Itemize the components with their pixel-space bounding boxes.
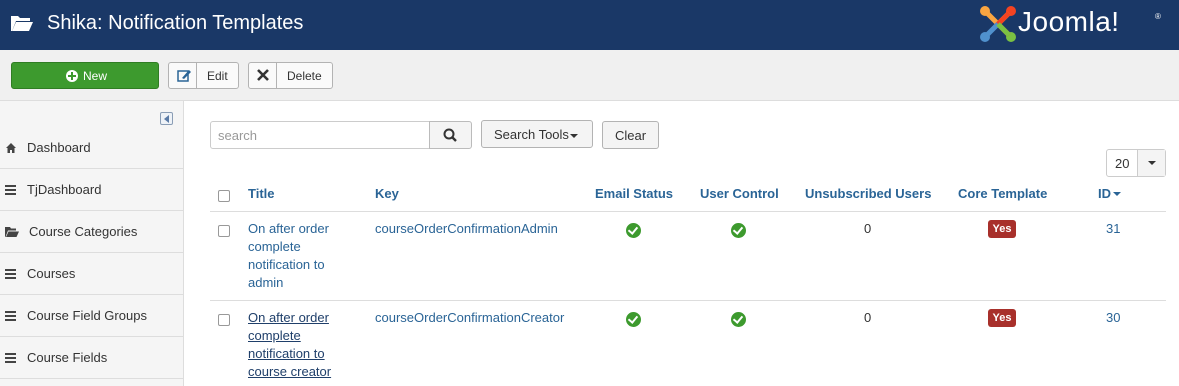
delete-button-label: Delete [287, 69, 322, 83]
email-status-check-icon[interactable] [626, 312, 641, 327]
select-all-checkbox[interactable] [218, 190, 230, 202]
sort-desc-icon [1113, 192, 1121, 196]
folder-open-icon [11, 16, 33, 31]
email-status-check-icon[interactable] [626, 223, 641, 238]
core-template-badge: Yes [988, 220, 1016, 238]
sidebar-item-label: Course Categories [29, 224, 138, 239]
edit-icon [169, 63, 197, 88]
user-control-check-icon[interactable] [731, 312, 746, 327]
close-icon [249, 63, 277, 88]
row-id-link[interactable]: 30 [1106, 310, 1120, 325]
row-key-link[interactable]: courseOrderConfirmationAdmin [375, 221, 558, 236]
search-icon [443, 128, 457, 142]
sidebar-item-course-categories[interactable]: Course Categories [0, 211, 184, 253]
plus-circle-icon [66, 70, 78, 82]
joomla-brand-text: Joomla! [1018, 6, 1120, 37]
row-checkbox[interactable] [218, 225, 230, 237]
search-input[interactable] [210, 121, 430, 149]
column-header-key[interactable]: Key [375, 186, 399, 201]
row-title-link[interactable]: On after order complete notification to … [248, 220, 358, 292]
list-icon [5, 311, 16, 321]
user-control-check-icon[interactable] [731, 223, 746, 238]
sidebar-item-label: Course Field Groups [27, 308, 147, 323]
column-header-id-label: ID [1098, 186, 1111, 201]
sidebar-item-course-fields[interactable]: Course Fields [0, 337, 184, 379]
unsubscribed-count: 0 [864, 221, 872, 236]
registered-mark: ® [1155, 12, 1161, 21]
caret-down-icon [570, 134, 578, 138]
column-header-user-control[interactable]: User Control [700, 186, 779, 201]
row-id-link[interactable]: 31 [1106, 221, 1120, 236]
sidebar-item-tjdashboard[interactable]: TjDashboard [0, 169, 184, 211]
list-icon [5, 269, 16, 279]
list-icon [5, 185, 16, 195]
row-title-link[interactable]: On after order complete notification to … [248, 309, 358, 381]
list-limit-value: 20 [1115, 156, 1130, 171]
search-button[interactable] [429, 121, 472, 149]
list-icon [5, 353, 16, 363]
sidebar-collapse-icon[interactable] [160, 112, 173, 125]
column-header-email-status[interactable]: Email Status [595, 186, 673, 201]
clear-button[interactable]: Clear [602, 121, 659, 149]
toolbar: New Edit Delete [0, 50, 1179, 101]
sidebar-item-dashboard[interactable]: Dashboard [0, 127, 184, 169]
sidebar-item-courses[interactable]: Courses [0, 253, 184, 295]
clear-button-label: Clear [615, 128, 647, 143]
search-tools-label: Search Tools [494, 127, 569, 142]
column-header-core-template[interactable]: Core Template [958, 186, 1047, 201]
sidebar-item-label: Course Fields [27, 350, 108, 365]
sidebar-item-label: Courses [27, 266, 76, 281]
list-limit-select[interactable]: 20 [1106, 149, 1166, 177]
core-template-badge: Yes [988, 309, 1016, 327]
search-tools-button[interactable]: Search Tools [481, 120, 593, 148]
table-header-divider [210, 211, 1166, 212]
home-icon [6, 143, 16, 153]
row-divider [210, 300, 1166, 301]
page-title: Shika: Notification Templates [47, 12, 304, 34]
sidebar: Dashboard TjDashboard Course Categories … [0, 101, 184, 386]
list-limit-dropdown[interactable] [1137, 150, 1165, 176]
sidebar-item-label: Dashboard [27, 140, 91, 155]
joomla-logo-icon [980, 6, 1016, 42]
edit-button-label: Edit [207, 69, 228, 83]
new-button-label: New [83, 69, 108, 83]
column-header-unsubscribed-users[interactable]: Unsubscribed Users [805, 186, 931, 201]
edit-button[interactable]: Edit [168, 62, 239, 89]
new-button[interactable]: New [11, 62, 159, 89]
column-header-id[interactable]: ID [1098, 186, 1121, 201]
sidebar-item-course-field-groups[interactable]: Course Field Groups [0, 295, 184, 337]
sidebar-item-label: TjDashboard [27, 182, 102, 197]
unsubscribed-count: 0 [864, 310, 872, 325]
column-header-title[interactable]: Title [248, 186, 275, 201]
folder-open-icon [5, 227, 19, 237]
joomla-logo[interactable]: Joomla! ® [978, 4, 1168, 46]
row-checkbox[interactable] [218, 314, 230, 326]
caret-down-icon [1148, 161, 1156, 165]
row-key-link[interactable]: courseOrderConfirmationCreator [375, 310, 564, 325]
delete-button[interactable]: Delete [248, 62, 333, 89]
app-header: Shika: Notification Templates Joomla! ® [0, 0, 1179, 50]
